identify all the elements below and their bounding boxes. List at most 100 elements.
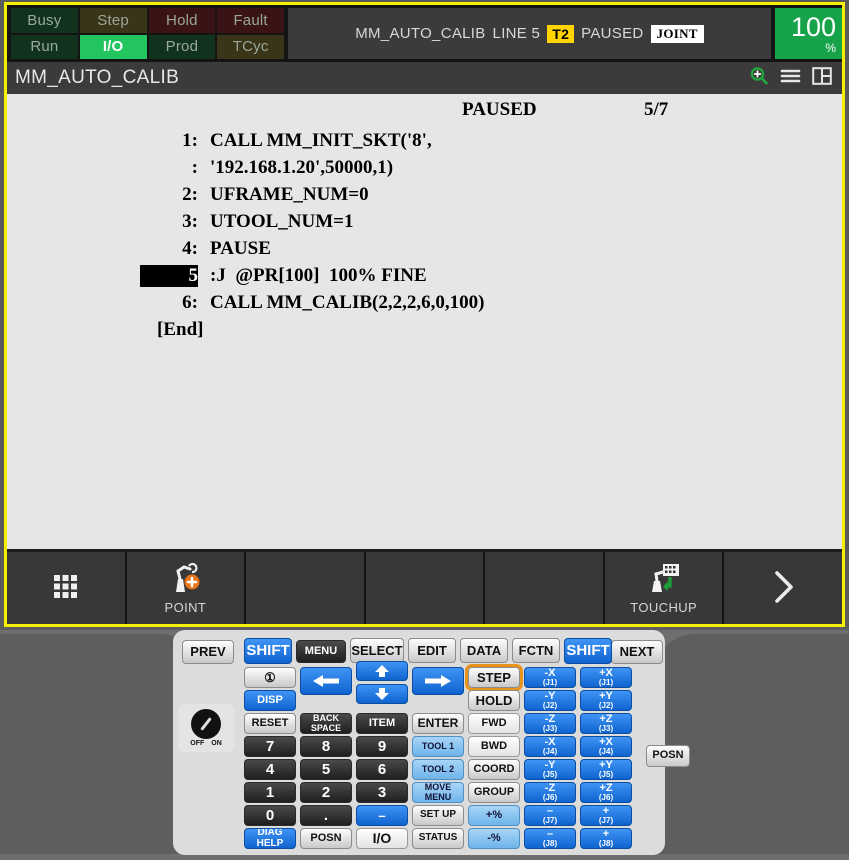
- io-key[interactable]: I/O: [356, 828, 408, 849]
- jog-minus-j8-key[interactable]: – (J8): [524, 828, 576, 849]
- program-line[interactable]: 6: CALL MM_CALIB(2,2,2,6,0,100): [7, 289, 842, 316]
- page-title: MM_AUTO_CALIB: [15, 67, 180, 88]
- zoom-in-icon[interactable]: [749, 66, 769, 91]
- fwd-key[interactable]: FWD: [468, 713, 520, 734]
- num-7-key[interactable]: 7: [244, 736, 296, 757]
- status-light-hold[interactable]: Hold: [148, 8, 216, 33]
- jog-plus-j2-key[interactable]: +Y (J2): [580, 690, 632, 711]
- arrow-up-key[interactable]: [356, 661, 408, 681]
- softkey-empty-3[interactable]: [246, 552, 364, 624]
- speed-down-key[interactable]: -%: [468, 828, 520, 849]
- jog-plus-j8-key[interactable]: + (J8): [580, 828, 632, 849]
- coord-key[interactable]: COORD: [468, 759, 520, 780]
- tool-1-key[interactable]: TOOL 1: [412, 736, 464, 757]
- program-line[interactable]: 1: CALL MM_INIT_SKT('8',: [7, 127, 842, 154]
- menu-key[interactable]: MENU: [296, 640, 346, 663]
- info-key[interactable]: ①: [244, 667, 296, 688]
- line-number: 4:: [182, 237, 198, 259]
- jog-plus-j7-key[interactable]: + (J7): [580, 805, 632, 826]
- posn-right-key[interactable]: POSN: [646, 745, 690, 767]
- softkey-menu-grid[interactable]: [7, 552, 125, 624]
- softkey-point[interactable]: POINT: [126, 552, 245, 624]
- power-knob[interactable]: OFF ON: [178, 704, 234, 752]
- status-light-prod[interactable]: Prod: [148, 34, 216, 59]
- fctn-key[interactable]: FCTN: [512, 638, 560, 663]
- hold-key[interactable]: HOLD: [468, 690, 520, 711]
- jog-minus-j5-key[interactable]: -Y (J5): [524, 759, 576, 780]
- arrow-left-key[interactable]: [300, 667, 352, 695]
- prev-key[interactable]: PREV: [182, 640, 234, 664]
- softkey-next-page[interactable]: [724, 552, 843, 624]
- backspace-key[interactable]: BACK SPACE: [300, 713, 352, 734]
- step-key[interactable]: STEP: [468, 667, 520, 688]
- bwd-key[interactable]: BWD: [468, 736, 520, 757]
- status-key[interactable]: STATUS: [412, 828, 464, 849]
- softkey-label: TOUCHUP: [630, 599, 698, 615]
- set-up-key[interactable]: SET UP: [412, 805, 464, 826]
- num-5-key[interactable]: 5: [300, 759, 352, 780]
- jog-plus-j3-key[interactable]: +Z (J3): [580, 713, 632, 734]
- minus-sign-key[interactable]: –: [356, 805, 408, 826]
- jog-plus-j1-key[interactable]: +X (J1): [580, 667, 632, 688]
- diag-help-key[interactable]: DIAG HELP: [244, 828, 296, 849]
- tool-2-key[interactable]: TOOL 2: [412, 759, 464, 780]
- arrow-down-icon: [375, 688, 389, 700]
- program-line[interactable]: 3: UTOOL_NUM=1: [7, 208, 842, 235]
- speed-override-badge[interactable]: 100 %: [775, 8, 842, 59]
- next-key[interactable]: NEXT: [611, 640, 663, 664]
- num-3-key[interactable]: 3: [356, 782, 408, 803]
- jog-minus-j3-key[interactable]: -Z (J3): [524, 713, 576, 734]
- program-end-marker: [End]: [157, 318, 204, 340]
- status-light-fault[interactable]: Fault: [217, 8, 284, 33]
- decimal-point-key[interactable]: .: [300, 805, 352, 826]
- disp-key[interactable]: DISP: [244, 690, 296, 711]
- jog-plus-j5-key[interactable]: +Y (J5): [580, 759, 632, 780]
- enter-key[interactable]: ENTER: [412, 713, 464, 734]
- num-2-key[interactable]: 2: [300, 782, 352, 803]
- reset-key[interactable]: RESET: [244, 713, 296, 734]
- jog-plus-j6-key[interactable]: +Z (J6): [580, 782, 632, 803]
- arrow-right-key[interactable]: [412, 667, 464, 695]
- jog-minus-j4-key[interactable]: -X (J4): [524, 736, 576, 757]
- program-line[interactable]: : '192.168.1.20',50000,1): [7, 154, 842, 181]
- line-text: UTOOL_NUM=1: [210, 210, 354, 232]
- menu-icon[interactable]: [780, 67, 801, 90]
- jog-minus-j7-key[interactable]: – (J7): [524, 805, 576, 826]
- num-4-key[interactable]: 4: [244, 759, 296, 780]
- num-1-key[interactable]: 1: [244, 782, 296, 803]
- program-line[interactable]: 4: PAUSE: [7, 235, 842, 262]
- num-8-key[interactable]: 8: [300, 736, 352, 757]
- status-light-tcyc[interactable]: TCyc: [217, 34, 284, 59]
- jog-minus-j1-key[interactable]: -X (J1): [524, 667, 576, 688]
- arrow-down-key[interactable]: [356, 684, 408, 704]
- shift-right-key[interactable]: SHIFT: [564, 638, 612, 664]
- jog-minus-j2-key[interactable]: -Y (J2): [524, 690, 576, 711]
- softkey-touchup[interactable]: TOUCHUP: [604, 552, 723, 624]
- arrow-left-icon: [313, 675, 339, 687]
- softkey-empty-4[interactable]: [365, 552, 484, 624]
- data-key[interactable]: DATA: [460, 638, 508, 663]
- status-light-run[interactable]: Run: [11, 34, 78, 59]
- item-key[interactable]: ITEM: [356, 713, 408, 734]
- line-number: 2:: [182, 183, 198, 205]
- program-line[interactable]: 2: UFRAME_NUM=0: [7, 181, 842, 208]
- num-6-key[interactable]: 6: [356, 759, 408, 780]
- line-number: 6:: [182, 291, 198, 313]
- num-0-key[interactable]: 0: [244, 805, 296, 826]
- softkey-empty-5[interactable]: [485, 552, 603, 624]
- jog-minus-j6-key[interactable]: -Z (J6): [524, 782, 576, 803]
- edit-key[interactable]: EDIT: [408, 638, 456, 663]
- group-key[interactable]: GROUP: [468, 782, 520, 803]
- status-light-step[interactable]: Step: [79, 8, 147, 33]
- move-menu-key[interactable]: MOVE MENU: [412, 782, 464, 803]
- program-line-selected[interactable]: 5 :J @PR[100] 100% FINE: [7, 262, 842, 289]
- shift-left-key[interactable]: SHIFT: [244, 638, 292, 664]
- jog-plus-j4-key[interactable]: +X (J4): [580, 736, 632, 757]
- status-light-io[interactable]: I/O: [79, 34, 147, 59]
- select-key[interactable]: SELECT: [350, 638, 404, 663]
- num-9-key[interactable]: 9: [356, 736, 408, 757]
- posn-key[interactable]: POSN: [300, 828, 352, 849]
- status-light-busy[interactable]: Busy: [11, 8, 78, 33]
- speed-up-key[interactable]: +%: [468, 805, 520, 826]
- layout-icon[interactable]: [812, 66, 832, 90]
